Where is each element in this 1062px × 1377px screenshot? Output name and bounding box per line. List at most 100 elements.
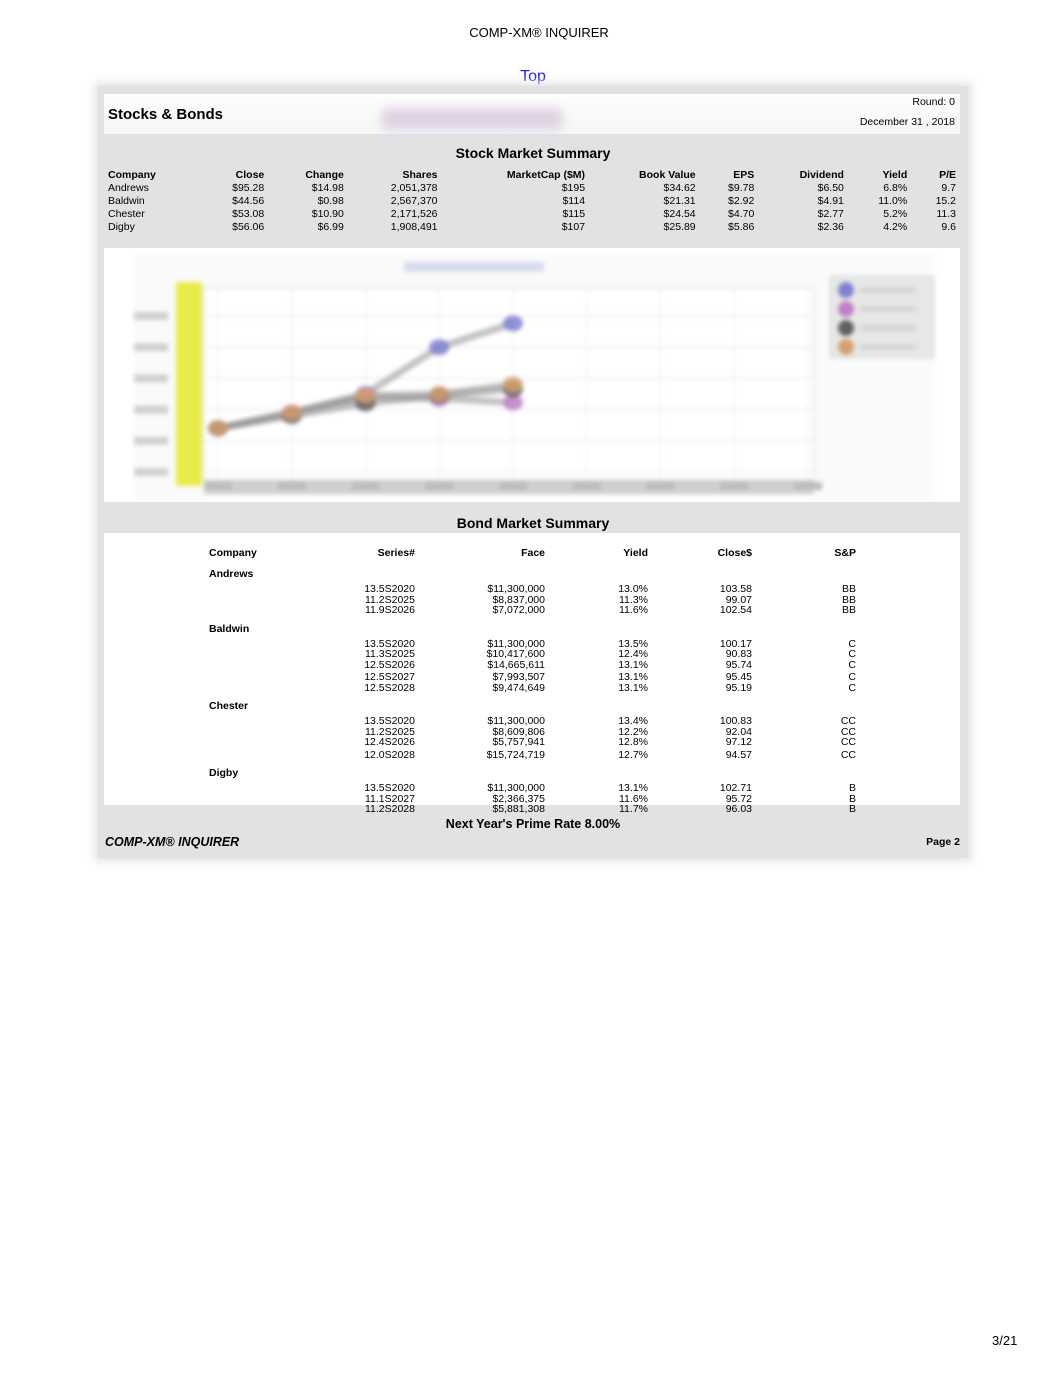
bond-cell: C <box>848 637 856 650</box>
legend-marker-digby <box>838 339 854 355</box>
bond-cell: 12.7% <box>618 748 648 761</box>
bond-cell: 13.5S2020 <box>364 782 415 794</box>
bond-column-header: Face <box>521 547 545 559</box>
bond-cell: 97.12 <box>725 736 752 748</box>
bond-cell: 13.5% <box>618 637 648 650</box>
bond-row-spacer <box>209 595 309 605</box>
bond-cell: $7,993,507 <box>492 671 545 683</box>
bond-cell: B <box>848 782 856 794</box>
bond-row-spacer <box>209 794 309 804</box>
bond-cell: $15,724,719 <box>486 748 545 761</box>
bond-column-header: Close$ <box>717 547 752 559</box>
bond-cell: $5,757,941 <box>492 736 545 748</box>
data-point-digby <box>355 387 376 404</box>
bond-cell: 11.2S2025 <box>364 593 415 606</box>
legend-label-andrews <box>860 287 916 293</box>
bond-cell: CC <box>840 736 856 748</box>
stock-cell: 9.7 <box>941 181 956 194</box>
report-header: Stocks & Bonds Round: 0 December 31 , 20… <box>104 94 960 134</box>
bond-cell: BB <box>841 604 856 616</box>
column-header: Change <box>305 168 344 181</box>
stock-summary-table: Company Close Change Shares MarketCap ($M) Bo… <box>104 168 960 233</box>
bond-cell: $10,417,600 <box>486 648 545 660</box>
stock-cell: 5.2% <box>883 207 908 220</box>
bond-row-spacer <box>209 584 309 594</box>
data-point-digby <box>208 420 228 437</box>
stock-cell: $6.99 <box>317 220 344 233</box>
stock-cell: 9.6 <box>941 220 956 233</box>
stock-cell: 2,051,378 <box>390 181 438 194</box>
column-header: Dividend <box>799 168 844 181</box>
bond-cell: 11.9S2026 <box>364 604 415 616</box>
x-tick-label <box>572 482 601 490</box>
logo-image <box>382 108 562 130</box>
stock-cell: $10.90 <box>311 207 344 220</box>
y-tick-label <box>134 436 168 445</box>
bond-cell: 12.4% <box>618 648 648 660</box>
x-tick-label <box>646 482 675 490</box>
bond-cell: $8,837,000 <box>492 593 545 606</box>
data-point-digby <box>429 386 450 402</box>
bond-cell: $9,474,649 <box>492 681 545 694</box>
bond-row: 11.3S2025 $10,417,600 12.4% 90.83 C <box>209 649 859 659</box>
bond-cell: 12.8% <box>618 736 648 748</box>
bond-row: 12.4S2026 $5,757,941 12.8% 97.12 CC <box>209 737 859 747</box>
bond-cell: 13.5S2020 <box>364 715 415 727</box>
bond-row: 11.2S2025 $8,609,806 12.2% 92.04 CC <box>209 727 859 737</box>
bond-cell: 13.1% <box>618 681 648 694</box>
bond-cell: 13.5S2020 <box>364 637 415 650</box>
bond-cell: 11.2S2028 <box>364 803 415 815</box>
stock-cell: $195 <box>561 181 586 194</box>
stock-row: Digby $56.06 $6.99 1,908,491 $107 $25.89 $5.86… <box>104 220 960 233</box>
legend-marker-chester <box>838 320 854 336</box>
legend-label-chester <box>860 325 916 331</box>
legend-marker-baldwin <box>838 301 854 317</box>
bond-column-header: Company <box>209 547 257 559</box>
bond-row-spacer <box>209 683 309 693</box>
x-tick-label <box>499 482 527 490</box>
bond-cell: C <box>848 671 856 683</box>
bond-cell: $11,300,000 <box>487 637 545 650</box>
bond-cell: 11.6% <box>619 792 648 805</box>
bond-cell: 102.71 <box>719 782 752 794</box>
column-header: EPS <box>733 168 755 181</box>
stock-cell: $95.28 <box>232 181 265 194</box>
stock-cell: Andrews <box>108 181 149 194</box>
y-tick-label <box>134 405 168 414</box>
bond-cell: C <box>848 681 856 694</box>
bond-cell: $14,665,611 <box>487 658 545 671</box>
bond-cell: B <box>848 792 856 805</box>
bond-row: 13.5S2020 $11,300,000 13.0% 103.58 BB <box>209 584 859 594</box>
bond-cell: 12.5S2026 <box>364 658 415 671</box>
stock-cell: $9.78 <box>728 181 755 194</box>
bond-cell: 95.45 <box>725 671 752 683</box>
stock-cell: $4.91 <box>817 194 844 207</box>
bond-cell: 90.83 <box>725 648 752 660</box>
bond-cell: $11,300,000 <box>487 715 545 727</box>
stock-cell: 6.8% <box>883 181 908 194</box>
bond-row-spacer <box>209 737 309 747</box>
bond-cell: 12.5S2028 <box>364 681 415 694</box>
bond-cell: CC <box>840 715 856 727</box>
chart-title <box>404 262 544 272</box>
bond-cell: $11,300,000 <box>487 583 545 595</box>
document-title: COMP-XM® INQUIRER <box>469 25 609 40</box>
bond-cell: 12.4S2026 <box>364 736 415 748</box>
bond-cell: 13.1% <box>618 671 648 683</box>
bond-row: 12.0S2028 $15,724,719 12.7% 94.57 CC <box>209 750 859 760</box>
stock-cell: $5.86 <box>728 220 755 233</box>
legend-label-digby <box>860 344 916 350</box>
stock-cell: 11.3 <box>936 207 956 220</box>
bond-summary-panel: Company Series# Face Yield Close$ S&P Andrews… <box>104 533 960 814</box>
data-point-andrews <box>503 315 523 332</box>
stock-cell: 15.2 <box>935 194 956 207</box>
bond-cell: 11.3S2025 <box>364 648 415 660</box>
stock-row: Andrews $95.28 $14.98 2,051,378 $195 $34.62 $9… <box>104 181 960 194</box>
stock-cell: $44.56 <box>232 194 265 207</box>
x-tick-label <box>720 482 749 490</box>
stock-cell: 2,171,526 <box>390 207 438 220</box>
bond-summary-title: Bond Market Summary <box>456 515 610 531</box>
top-link[interactable]: Top <box>0 68 1062 86</box>
stock-cell: 2,567,370 <box>390 194 438 207</box>
bond-cell: $7,072,000 <box>492 604 545 616</box>
